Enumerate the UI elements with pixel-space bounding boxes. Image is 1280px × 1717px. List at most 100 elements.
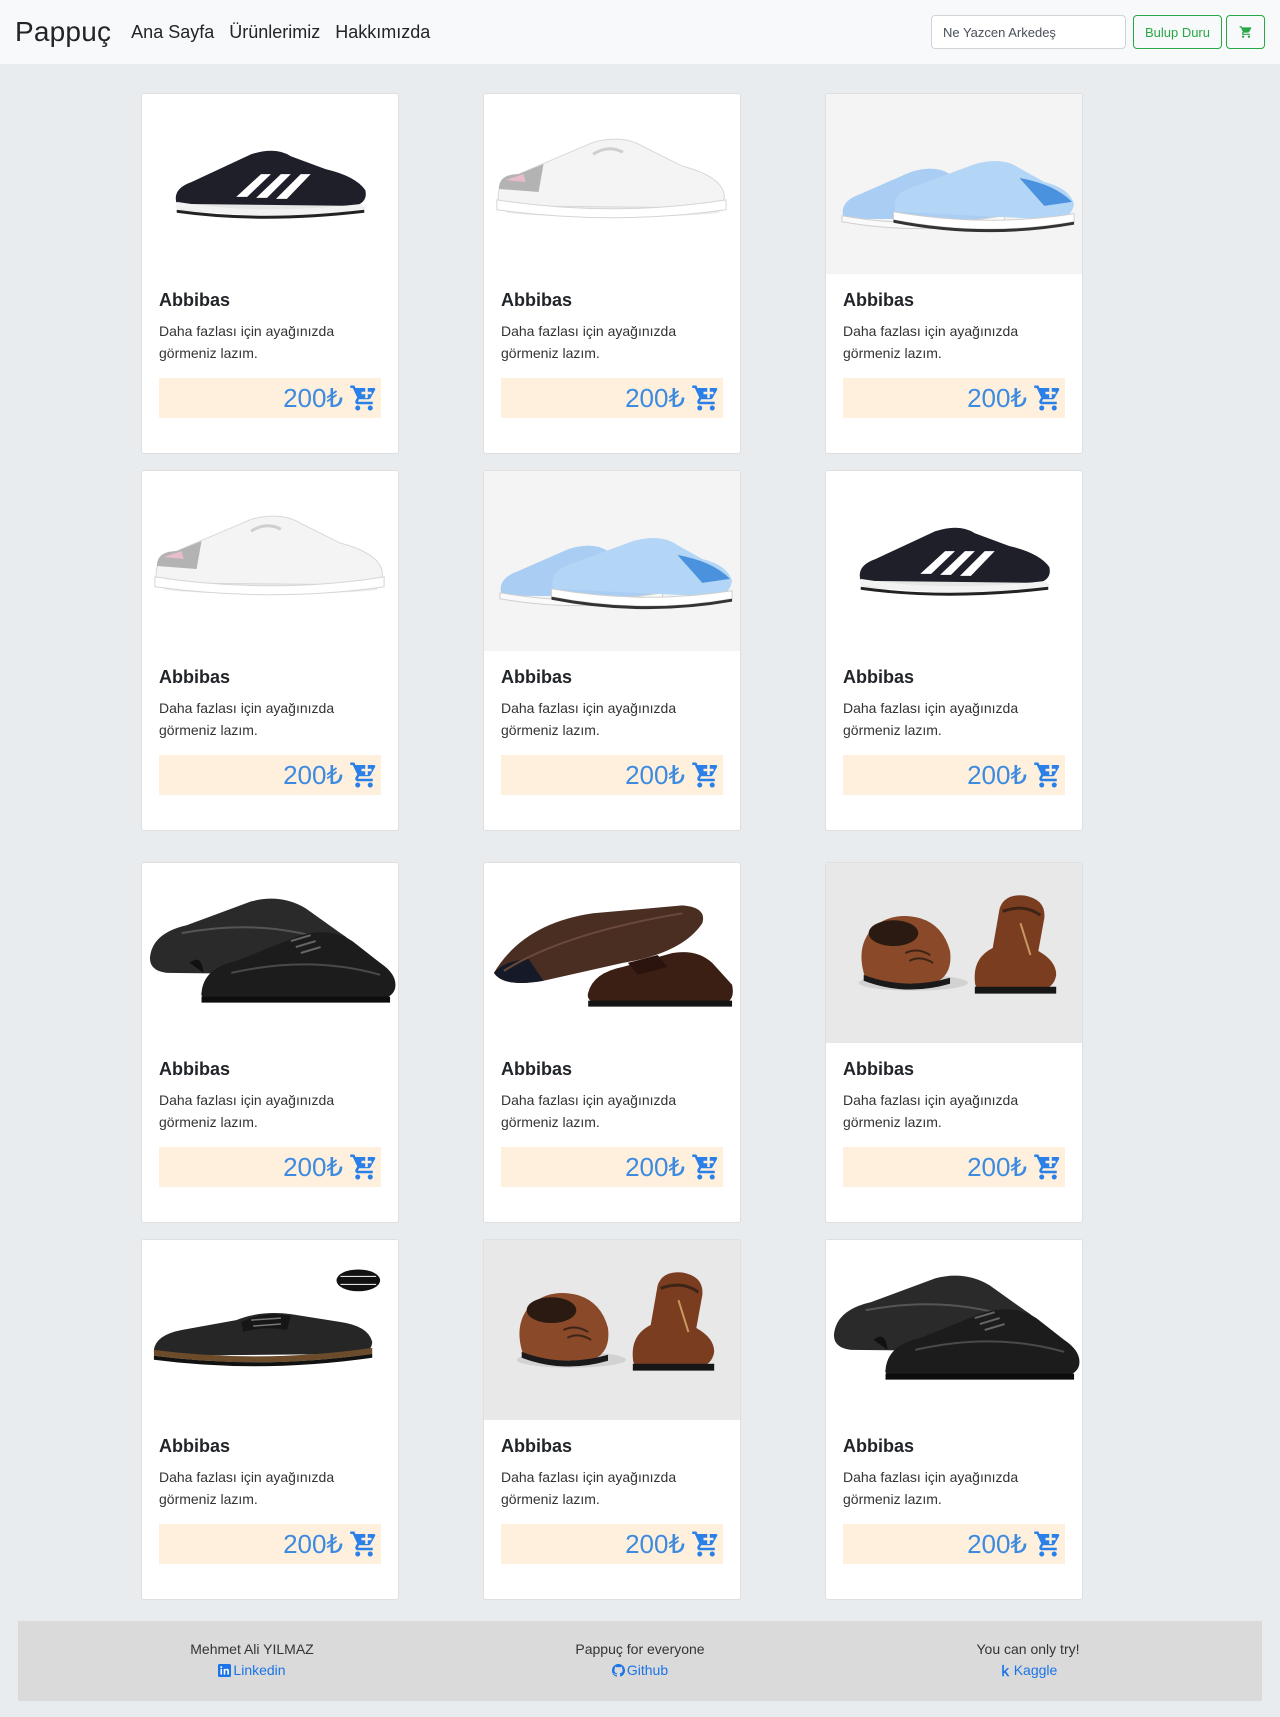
product-card[interactable]: Abbibas Daha fazlası için ayağınızda görm…	[141, 93, 399, 454]
add-to-cart-icon[interactable]	[349, 1152, 379, 1182]
add-to-cart-icon[interactable]	[691, 760, 721, 790]
footer-github-link[interactable]: Github	[611, 1660, 669, 1681]
product-card[interactable]: Abbibas Daha fazlası için ayağınızda görm…	[825, 862, 1083, 1223]
product-image[interactable]	[484, 94, 740, 274]
add-to-cart-bar[interactable]: 200₺	[501, 755, 723, 795]
product-card[interactable]: Abbibas Daha fazlası için ayağınızda görm…	[141, 470, 399, 831]
product-price: 200₺	[283, 382, 343, 413]
product-card[interactable]: Abbibas Daha fazlası için ayağınızda görm…	[483, 1239, 741, 1600]
product-image[interactable]	[484, 1240, 740, 1420]
add-to-cart-bar[interactable]: 200₺	[501, 1147, 723, 1187]
footer-col-motto: You can only try! Kaggle	[878, 1639, 1178, 1683]
add-to-cart-bar[interactable]: 200₺	[159, 378, 381, 418]
product-image[interactable]	[142, 471, 398, 651]
add-to-cart-bar[interactable]: 200₺	[843, 755, 1065, 795]
add-to-cart-icon[interactable]	[691, 383, 721, 413]
linkedin-icon	[218, 1664, 232, 1677]
add-to-cart-icon[interactable]	[691, 1529, 721, 1559]
card-body: Abbibas Daha fazlası için ayağınızda görm…	[484, 651, 740, 795]
nav-link-about[interactable]: Hakkımızda	[335, 22, 430, 43]
footer-linkedin-link[interactable]: Linkedin	[218, 1660, 286, 1681]
product-title: Abbibas	[843, 667, 915, 687]
nav-link-products[interactable]: Ürünlerimiz	[229, 22, 320, 43]
product-image[interactable]	[142, 863, 398, 1043]
card-body: Abbibas Daha fazlası için ayağınızda görm…	[484, 1420, 740, 1564]
add-to-cart-icon[interactable]	[349, 1529, 379, 1559]
product-description: Daha fazlası için ayağınızda görmeniz la…	[159, 700, 335, 738]
product-title: Abbibas	[843, 290, 915, 310]
card-body: Abbibas Daha fazlası için ayağınızda görm…	[142, 1420, 398, 1564]
product-image[interactable]	[142, 1240, 398, 1420]
navbar: Pappuç Ana Sayfa Ürünlerimiz Hakkımızda …	[0, 0, 1280, 64]
product-card[interactable]: Abbibas Daha fazlası için ayağınızda görm…	[483, 470, 741, 831]
cart-button[interactable]	[1226, 15, 1265, 49]
add-to-cart-icon[interactable]	[1033, 383, 1063, 413]
add-to-cart-icon[interactable]	[691, 1152, 721, 1182]
search-input[interactable]	[930, 15, 1126, 49]
product-image[interactable]	[826, 1240, 1082, 1420]
product-title: Abbibas	[843, 1436, 915, 1456]
product-description: Daha fazlası için ayağınızda görmeniz la…	[501, 700, 677, 738]
product-image[interactable]	[826, 94, 1082, 274]
product-price: 200₺	[625, 382, 685, 413]
add-to-cart-bar[interactable]: 200₺	[843, 1147, 1065, 1187]
card-body: Abbibas Daha fazlası için ayağınızda görm…	[484, 1043, 740, 1187]
product-title: Abbibas	[159, 1436, 231, 1456]
footer-github-label: Github	[626, 1662, 669, 1678]
product-card[interactable]: Abbibas Daha fazlası için ayağınızda görm…	[141, 862, 399, 1223]
add-to-cart-icon[interactable]	[349, 760, 379, 790]
product-image[interactable]	[142, 94, 398, 274]
product-price: 200₺	[625, 1151, 685, 1182]
product-card[interactable]: Abbibas Daha fazlası için ayağınızda görm…	[825, 93, 1083, 454]
footer-linkedin-label: Linkedin	[233, 1662, 286, 1678]
card-body: Abbibas Daha fazlası için ayağınızda görm…	[826, 651, 1082, 795]
product-description: Daha fazlası için ayağınızda görmeniz la…	[159, 1469, 335, 1507]
navbar-search-area: Bulup Duru	[930, 15, 1265, 49]
product-price: 200₺	[625, 1528, 685, 1559]
footer-author-name: Mehmet Ali YILMAZ	[190, 1641, 314, 1657]
product-description: Daha fazlası için ayağınızda görmeniz la…	[843, 700, 1019, 738]
product-image[interactable]	[484, 471, 740, 651]
product-card[interactable]: Abbibas Daha fazlası için ayağınızda görm…	[483, 93, 741, 454]
footer-kaggle-label: Kaggle	[1013, 1662, 1058, 1678]
add-to-cart-bar[interactable]: 200₺	[501, 378, 723, 418]
add-to-cart-icon[interactable]	[1033, 1529, 1063, 1559]
github-icon	[611, 1664, 625, 1677]
product-title: Abbibas	[501, 667, 573, 687]
product-title: Abbibas	[501, 1059, 573, 1079]
add-to-cart-bar[interactable]: 200₺	[159, 1524, 381, 1564]
add-to-cart-icon[interactable]	[349, 383, 379, 413]
product-image[interactable]	[484, 863, 740, 1043]
add-to-cart-icon[interactable]	[1033, 760, 1063, 790]
product-card[interactable]: Abbibas Daha fazlası için ayağınızda görm…	[825, 470, 1083, 831]
add-to-cart-icon[interactable]	[1033, 1152, 1063, 1182]
product-image[interactable]	[826, 863, 1082, 1043]
nav-link-home[interactable]: Ana Sayfa	[131, 22, 214, 43]
footer-kaggle-link[interactable]: Kaggle	[999, 1660, 1058, 1681]
product-description: Daha fazlası için ayağınızda görmeniz la…	[501, 1092, 677, 1130]
product-price: 200₺	[967, 1151, 1027, 1182]
add-to-cart-bar[interactable]: 200₺	[159, 1147, 381, 1187]
add-to-cart-bar[interactable]: 200₺	[159, 755, 381, 795]
product-price: 200₺	[283, 1151, 343, 1182]
product-price: 200₺	[967, 1528, 1027, 1559]
search-button[interactable]: Bulup Duru	[1132, 15, 1222, 49]
product-title: Abbibas	[159, 667, 231, 687]
product-card[interactable]: Abbibas Daha fazlası için ayağınızda görm…	[483, 862, 741, 1223]
add-to-cart-bar[interactable]: 200₺	[501, 1524, 723, 1564]
product-description: Daha fazlası için ayağınızda görmeniz la…	[843, 1092, 1019, 1130]
product-description: Daha fazlası için ayağınızda görmeniz la…	[843, 1469, 1019, 1507]
kaggle-icon	[1001, 1664, 1010, 1677]
add-to-cart-bar[interactable]: 200₺	[843, 378, 1065, 418]
card-body: Abbibas Daha fazlası için ayağınızda görm…	[826, 1043, 1082, 1187]
product-price: 200₺	[283, 759, 343, 790]
product-image[interactable]	[826, 471, 1082, 651]
product-card[interactable]: Abbibas Daha fazlası için ayağınızda görm…	[141, 1239, 399, 1600]
product-price: 200₺	[625, 759, 685, 790]
add-to-cart-bar[interactable]: 200₺	[843, 1524, 1065, 1564]
product-description: Daha fazlası için ayağınızda görmeniz la…	[843, 323, 1019, 361]
product-description: Daha fazlası için ayağınızda görmeniz la…	[501, 323, 677, 361]
product-title: Abbibas	[501, 1436, 573, 1456]
brand-logo[interactable]: Pappuç	[15, 16, 111, 48]
product-card[interactable]: Abbibas Daha fazlası için ayağınızda görm…	[825, 1239, 1083, 1600]
